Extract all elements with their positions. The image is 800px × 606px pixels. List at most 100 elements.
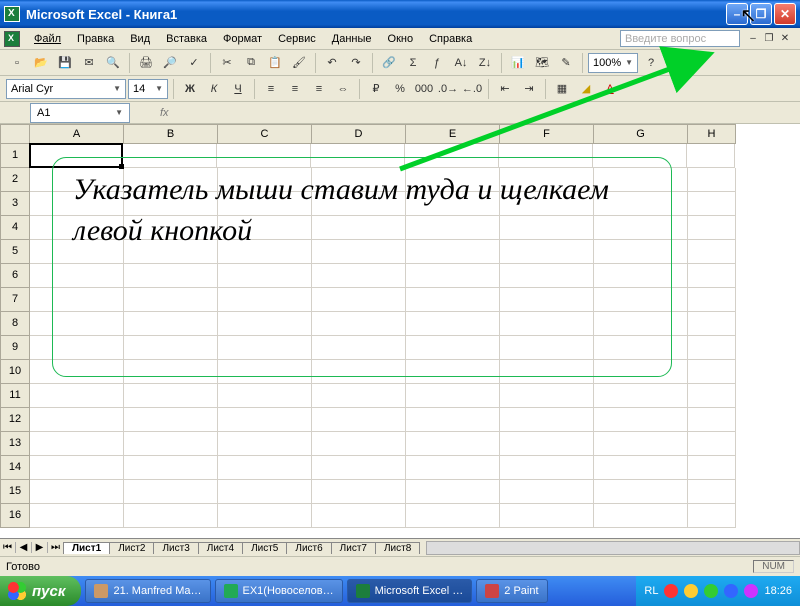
cell[interactable] <box>688 456 736 480</box>
inc-decimal-button[interactable]: .0→ <box>437 78 459 100</box>
cell[interactable] <box>124 240 218 264</box>
cell[interactable] <box>688 360 736 384</box>
tray-icon[interactable] <box>684 584 698 598</box>
cell[interactable] <box>312 240 406 264</box>
function-button[interactable]: ƒ <box>426 52 448 74</box>
col-header[interactable]: F <box>500 124 594 144</box>
cell[interactable] <box>406 312 500 336</box>
preview-button[interactable]: 🔎 <box>159 52 181 74</box>
cell[interactable] <box>30 456 124 480</box>
cell[interactable] <box>500 456 594 480</box>
comma-button[interactable]: 000 <box>413 78 435 100</box>
cell[interactable] <box>218 288 312 312</box>
sheet-prev-button[interactable]: ◀ <box>16 542 32 553</box>
cell[interactable] <box>500 264 594 288</box>
cell[interactable] <box>218 312 312 336</box>
cell[interactable] <box>500 336 594 360</box>
cell[interactable] <box>30 408 124 432</box>
cell[interactable] <box>30 336 124 360</box>
cell[interactable] <box>312 192 406 216</box>
cell[interactable] <box>29 143 123 168</box>
cell[interactable] <box>218 504 312 528</box>
row-header[interactable]: 16 <box>0 504 30 528</box>
col-header[interactable]: D <box>312 124 406 144</box>
cell[interactable] <box>688 216 736 240</box>
select-all-corner[interactable] <box>0 124 30 144</box>
sheet-tab[interactable]: Лист5 <box>242 542 287 554</box>
row-header[interactable]: 2 <box>0 168 30 192</box>
font-color-button[interactable]: A <box>599 78 621 100</box>
cell[interactable] <box>124 336 218 360</box>
autosum-button[interactable]: Σ <box>402 52 424 74</box>
percent-button[interactable]: % <box>389 78 411 100</box>
align-left-button[interactable]: ≡ <box>260 78 282 100</box>
cell[interactable] <box>124 504 218 528</box>
cell[interactable] <box>30 264 124 288</box>
open-button[interactable]: 📂 <box>30 52 52 74</box>
fill-color-button[interactable]: ◢ <box>575 78 597 100</box>
cell[interactable] <box>500 384 594 408</box>
merge-button[interactable]: ⇔ <box>332 78 354 100</box>
cell[interactable] <box>124 480 218 504</box>
undo-button[interactable]: ↶ <box>321 52 343 74</box>
cell[interactable] <box>312 360 406 384</box>
cell[interactable] <box>124 192 218 216</box>
taskbar-item[interactable]: Microsoft Excel … <box>347 579 473 603</box>
cell[interactable] <box>406 264 500 288</box>
align-center-button[interactable]: ≡ <box>284 78 306 100</box>
cell[interactable] <box>594 264 688 288</box>
print-button[interactable]: 🖨 <box>135 52 157 74</box>
sheet-tab[interactable]: Лист3 <box>153 542 198 554</box>
cell[interactable] <box>218 216 312 240</box>
chart-button[interactable]: 📊 <box>507 52 529 74</box>
col-header[interactable]: B <box>124 124 218 144</box>
cell[interactable] <box>500 192 594 216</box>
cell[interactable] <box>30 216 124 240</box>
cell[interactable] <box>312 216 406 240</box>
cell[interactable] <box>499 144 593 168</box>
ask-question-input[interactable]: Введите вопрос <box>620 30 740 47</box>
menu-format[interactable]: Формат <box>215 33 270 45</box>
sheet-next-button[interactable]: ▶ <box>32 542 48 553</box>
cell[interactable] <box>30 432 124 456</box>
cell[interactable] <box>218 456 312 480</box>
sort-desc-button[interactable]: Z↓ <box>474 52 496 74</box>
row-header[interactable]: 13 <box>0 432 30 456</box>
menu-view[interactable]: Вид <box>122 33 158 45</box>
borders-button[interactable]: ▦ <box>551 78 573 100</box>
row-header[interactable]: 4 <box>0 216 30 240</box>
menu-insert[interactable]: Вставка <box>158 33 215 45</box>
menu-help[interactable]: Справка <box>421 33 480 45</box>
tray-icon[interactable] <box>744 584 758 598</box>
cell[interactable] <box>124 216 218 240</box>
cell[interactable] <box>124 168 218 192</box>
spell-button[interactable]: ✓ <box>183 52 205 74</box>
sheet-first-button[interactable]: ⏮ <box>0 542 16 553</box>
menu-file[interactable]: Файл <box>26 33 69 45</box>
cell[interactable] <box>406 480 500 504</box>
row-header[interactable]: 11 <box>0 384 30 408</box>
cell[interactable] <box>406 168 500 192</box>
row-header[interactable]: 3 <box>0 192 30 216</box>
cell[interactable] <box>218 264 312 288</box>
cell[interactable] <box>124 384 218 408</box>
cell[interactable] <box>405 144 499 168</box>
taskbar-item[interactable]: EX1(Новоселов… <box>215 579 343 603</box>
menu-window[interactable]: Окно <box>380 33 422 45</box>
cell[interactable] <box>218 192 312 216</box>
cell[interactable] <box>594 504 688 528</box>
cell[interactable] <box>124 408 218 432</box>
row-header[interactable]: 9 <box>0 336 30 360</box>
currency-button[interactable]: ₽ <box>365 78 387 100</box>
mail-button[interactable]: ✉ <box>78 52 100 74</box>
cell[interactable] <box>124 264 218 288</box>
taskbar-item[interactable]: 2 Paint <box>476 579 547 603</box>
menu-edit[interactable]: Правка <box>69 33 122 45</box>
cell[interactable] <box>594 408 688 432</box>
cell[interactable] <box>217 144 311 168</box>
cell[interactable] <box>312 384 406 408</box>
cell[interactable] <box>218 432 312 456</box>
cell[interactable] <box>30 504 124 528</box>
col-header[interactable]: C <box>218 124 312 144</box>
cell[interactable] <box>312 480 406 504</box>
